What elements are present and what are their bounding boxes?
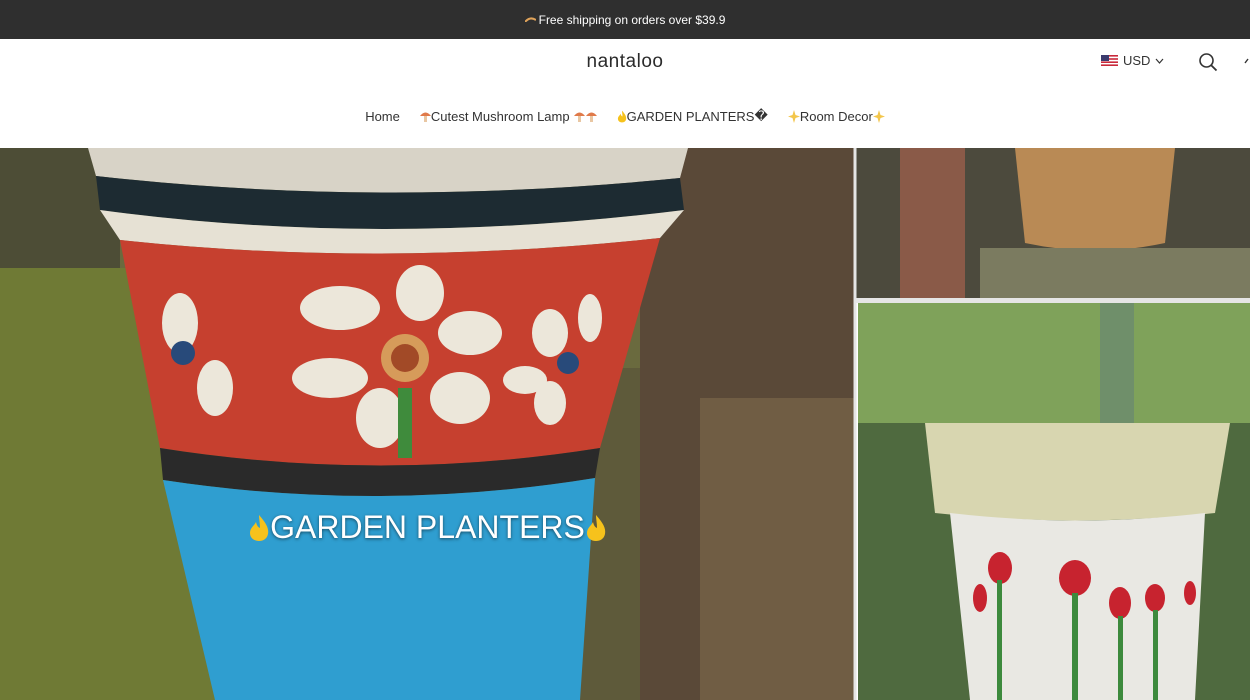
- search-icon[interactable]: [1198, 52, 1218, 72]
- nav-item-home[interactable]: Home: [365, 108, 400, 124]
- nav-item-label: Room Decor: [799, 108, 873, 124]
- mushroom-icon: [573, 112, 585, 122]
- flame-icon: [586, 514, 606, 541]
- nav-item-room-decor[interactable]: Room Decor: [787, 108, 885, 124]
- small-decor-icon: [524, 16, 536, 22]
- main-nav: Home Cutest Mushroom Lamp GARDEN PLANTER…: [0, 108, 1250, 124]
- sparkle-icon: [872, 109, 885, 123]
- store-logo[interactable]: nantaloo: [0, 51, 1250, 73]
- nav-item-label: Home: [365, 108, 400, 124]
- nav-item-mushroom-lamp[interactable]: Cutest Mushroom Lamp: [419, 108, 597, 124]
- cart-icon[interactable]: [1243, 55, 1250, 71]
- currency-code: USD: [1123, 53, 1151, 68]
- hero-title[interactable]: GARDEN PLANTERS: [0, 509, 855, 546]
- hero-title-text: GARDEN PLANTERS: [270, 509, 585, 545]
- flame-icon: [617, 110, 626, 122]
- nav-item-garden-planters[interactable]: GARDEN PLANTERS �: [617, 108, 768, 124]
- flame-icon: [250, 514, 269, 541]
- nav-item-label: Cutest Mushroom Lamp: [430, 108, 570, 124]
- site-header: nantaloo USD Home Cutest Mushroom Lamp G…: [0, 39, 1250, 148]
- mushroom-icon: [419, 112, 431, 122]
- chevron-down-icon: [1156, 58, 1164, 64]
- hero-image: [0, 148, 1250, 700]
- announcement-bar: Free shipping on orders over $39.9: [0, 0, 1250, 39]
- announcement-text: Free shipping on orders over $39.9: [538, 12, 726, 27]
- currency-selector[interactable]: USD: [1101, 53, 1164, 68]
- nav-item-suffix: �: [754, 108, 768, 123]
- mushroom-icon: [585, 112, 597, 122]
- hero-banner[interactable]: GARDEN PLANTERS: [0, 148, 1250, 700]
- nav-item-label: GARDEN PLANTERS: [626, 108, 755, 124]
- us-flag-icon: [1101, 55, 1118, 66]
- sparkle-icon: [787, 109, 800, 123]
